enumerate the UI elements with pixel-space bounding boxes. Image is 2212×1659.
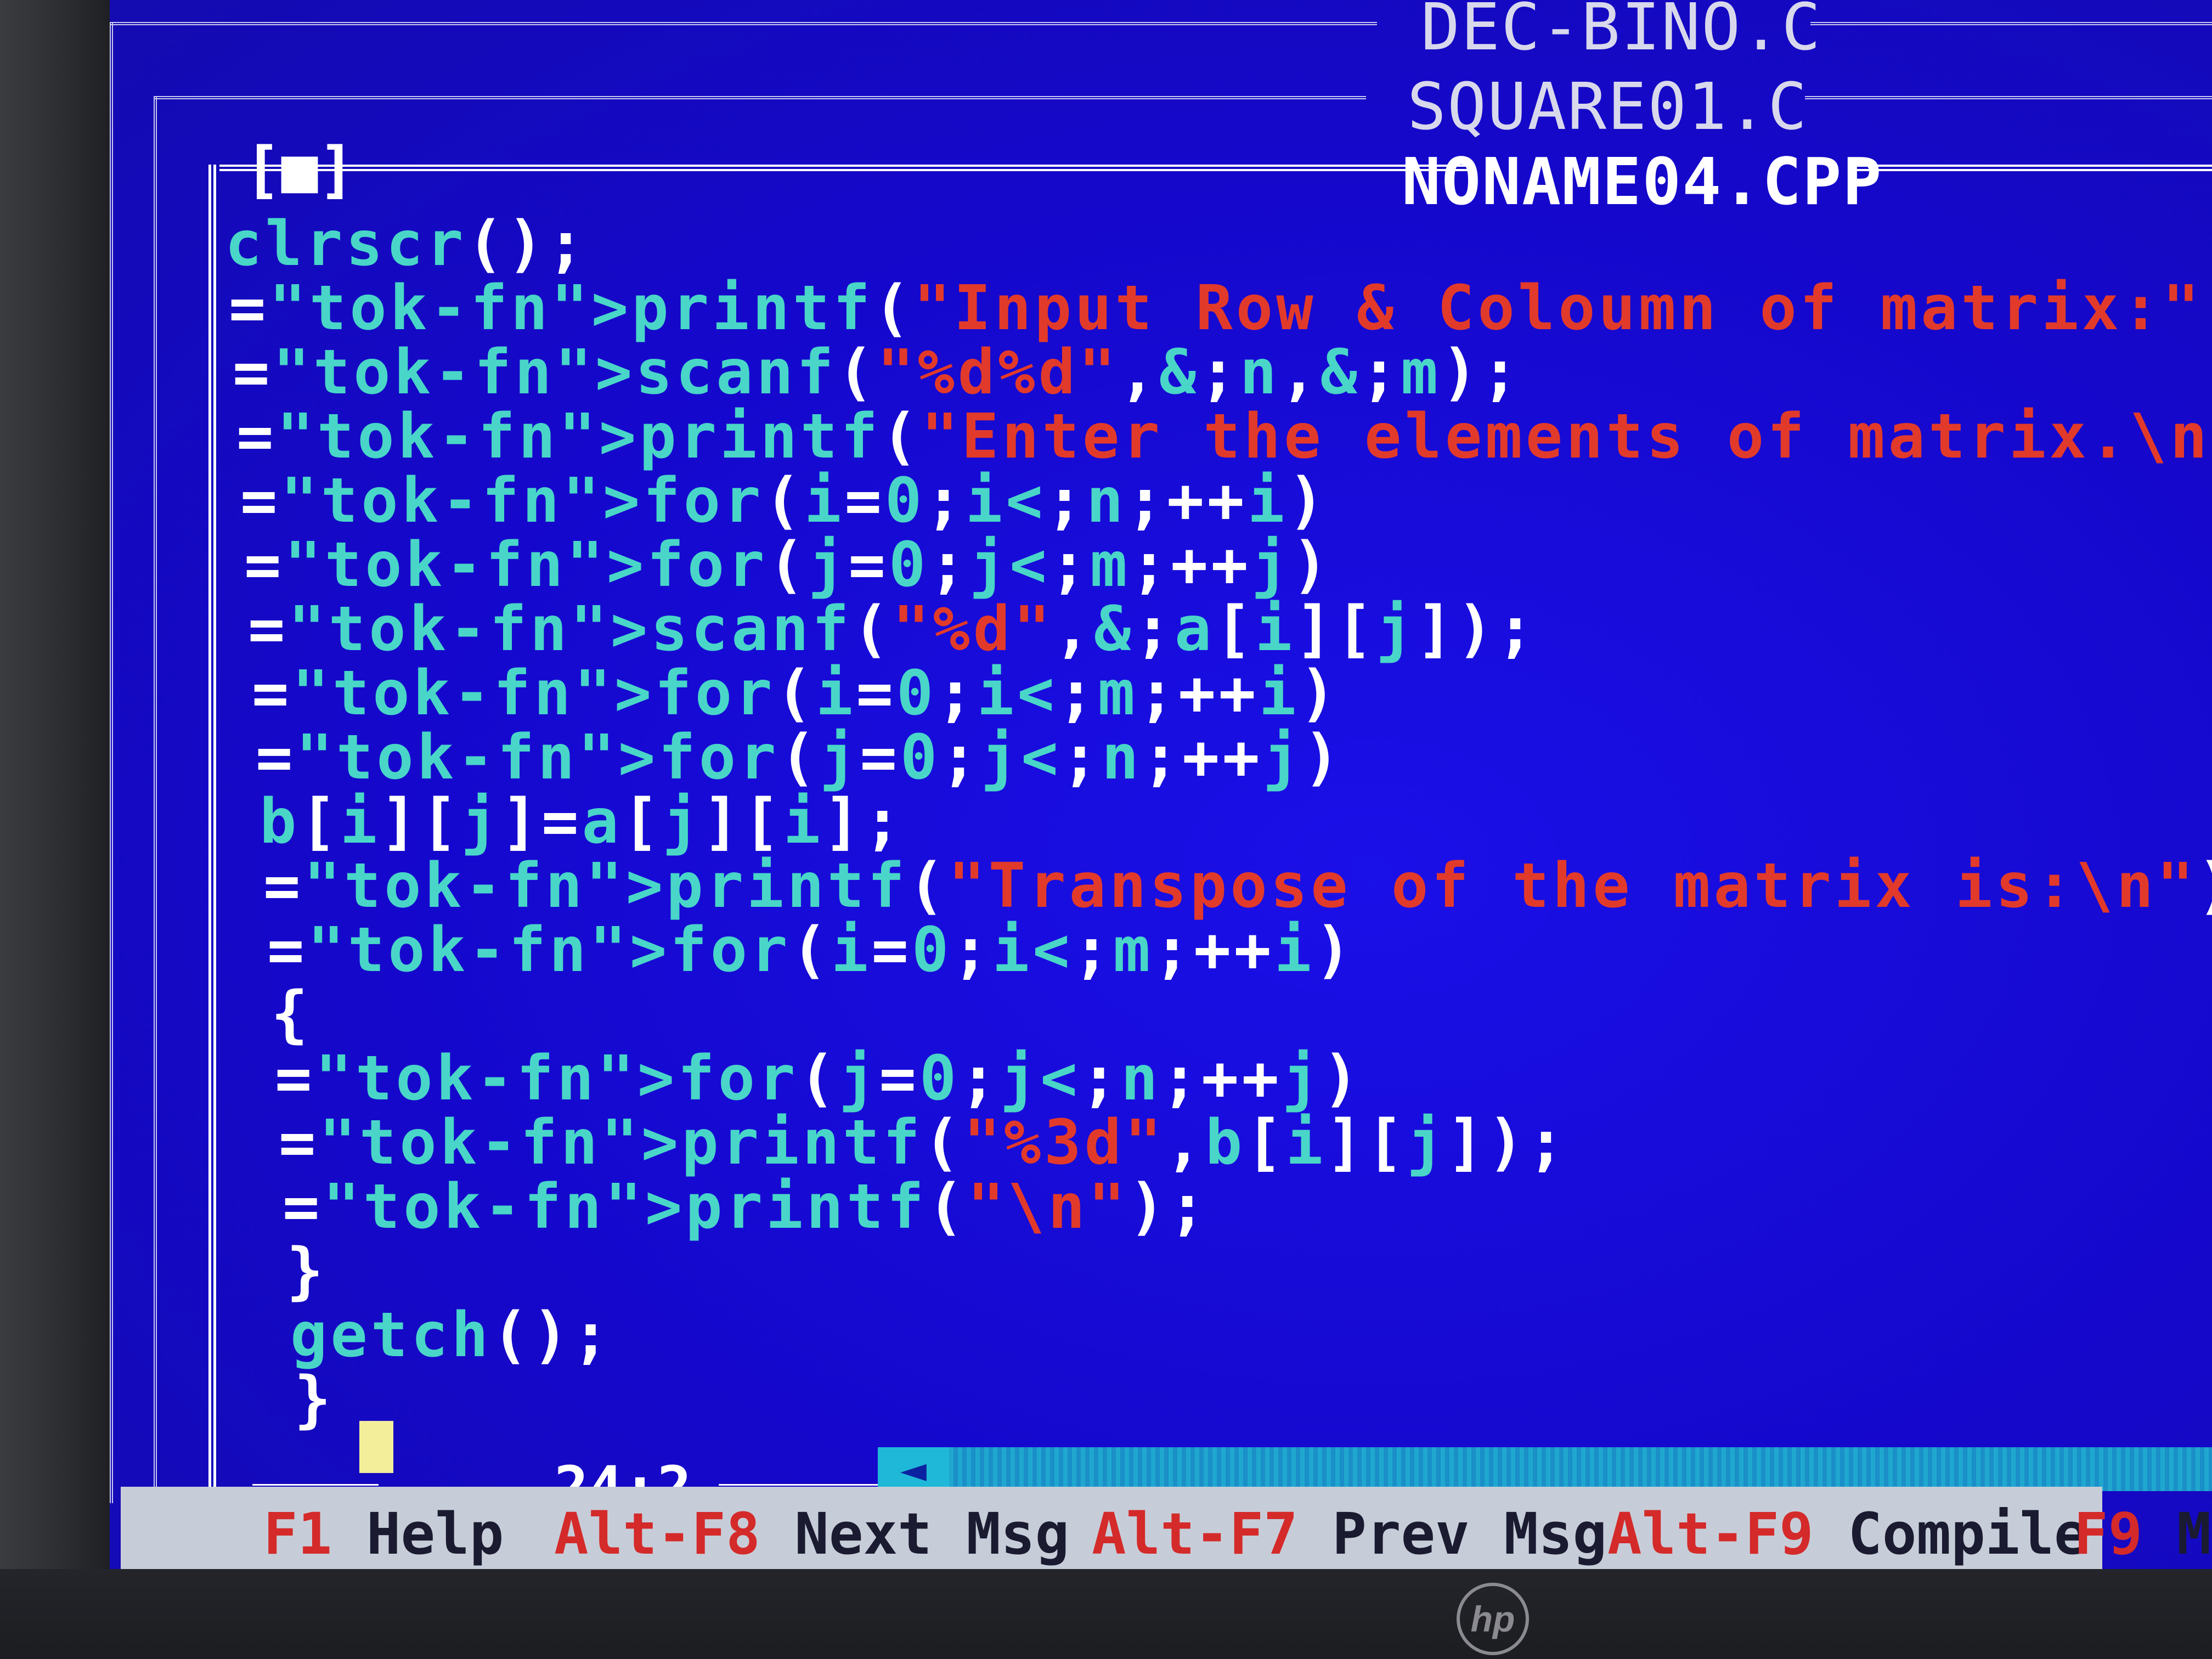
code-line[interactable]: } xyxy=(286,1235,326,1307)
code-line[interactable]: ="tok-fn">for(j=0;j<;n;++j) xyxy=(256,722,1344,793)
window-frame-left-3 xyxy=(208,165,216,1520)
code-line[interactable]: ="tok-fn">for(i=0;i<;m;++i) xyxy=(252,658,1340,729)
code-editor-area[interactable]: clrscr(); ="tok-fn">printf("Input Row & C… xyxy=(225,208,2212,1470)
hp-logo-icon: hp xyxy=(1457,1583,1529,1655)
window-title-dec-bino[interactable]: DEC-BINO.C xyxy=(1421,0,1821,65)
monitor-bezel-left xyxy=(0,0,115,1659)
code-line[interactable]: ="tok-fn">for(j=0;j<;m;++j) xyxy=(244,529,1332,601)
window-frame-dec-bino xyxy=(110,22,1377,25)
hotkey-label: Next Msg xyxy=(760,1500,1070,1567)
hotkey-key: Alt-F9 xyxy=(1607,1500,1814,1567)
window-frame-square01-right xyxy=(1805,96,2212,99)
monitor-bezel-bottom xyxy=(0,1569,2212,1659)
code-line[interactable]: ="tok-fn">for(i=0;i<;n;++i) xyxy=(240,465,1328,537)
code-line[interactable]: } xyxy=(294,1364,334,1435)
code-line[interactable]: b[i][j]=a[j][i]; xyxy=(259,786,904,857)
hotkey-label: Prev Msg xyxy=(1297,1500,1607,1567)
turbo-c-editor-screen: DEC-BINO.C SQUARE01.C NONAME04.CPP [■] c… xyxy=(110,0,2212,1580)
hotkey-key: Alt-F7 xyxy=(1092,1500,1298,1567)
code-line[interactable]: getch(); xyxy=(290,1300,612,1371)
window-title-square01[interactable]: SQUARE01.C xyxy=(1407,69,1808,144)
code-line[interactable]: ="tok-fn">for(i=0;i<;m;++i) xyxy=(267,915,1355,986)
code-line[interactable]: ="tok-fn">printf("%3d",b[i][j]); xyxy=(279,1107,1568,1178)
horizontal-scrollbar[interactable] xyxy=(949,1447,2212,1491)
text-cursor xyxy=(359,1421,393,1473)
code-line[interactable]: ="tok-fn">printf("\n"); xyxy=(283,1171,1209,1243)
scroll-left-arrow-icon[interactable]: ◄ xyxy=(878,1447,949,1491)
hotkey-f9[interactable]: F9 Ma xyxy=(2074,1500,2212,1567)
hotkey-key: F9 xyxy=(2074,1500,2143,1567)
code-line[interactable]: ="tok-fn">printf("Transpose of the matri… xyxy=(263,850,2212,922)
code-line[interactable]: ="tok-fn">printf("Input Row & Coloumn of… xyxy=(229,273,2212,344)
window-frame-noname04-right xyxy=(1854,165,2212,171)
hotkey-alt-f7[interactable]: Alt-F7 Prev Msg xyxy=(1092,1500,1607,1567)
hotkey-key: Alt-F8 xyxy=(554,1500,760,1567)
code-line[interactable]: ="tok-fn">printf("Enter the elements of … xyxy=(236,401,2212,472)
code-line[interactable]: ="tok-fn">scanf("%d",&;a[i][j]); xyxy=(248,594,1537,665)
window-frame-dec-bino-right xyxy=(1810,22,2212,25)
hotkey-f1[interactable]: F1 Help xyxy=(263,1500,504,1567)
code-line[interactable]: ="tok-fn">scanf("%d%d",&;n,&;m); xyxy=(233,337,1522,408)
hotkey-key: F1 xyxy=(263,1500,332,1567)
hotkey-label: Ma xyxy=(2176,1500,2212,1567)
window-frame-left-2 xyxy=(154,96,157,1522)
code-line[interactable]: clrscr(); xyxy=(225,208,588,280)
hotkey-alt-f9[interactable]: Alt-F9 Compile xyxy=(1607,1500,2089,1567)
hotkey-label: Help xyxy=(332,1500,504,1567)
window-frame-left-1 xyxy=(110,22,113,1503)
code-line[interactable]: { xyxy=(271,979,311,1050)
hotkey-label: Compile xyxy=(1813,1500,2089,1567)
code-line[interactable]: ="tok-fn">for(j=0;j<;n;++j) xyxy=(275,1043,1363,1114)
window-frame-noname04 xyxy=(219,165,1470,171)
window-close-box[interactable]: [■] xyxy=(244,134,355,206)
hotkey-alt-f8[interactable]: Alt-F8 Next Msg xyxy=(554,1500,1069,1567)
window-frame-square01 xyxy=(154,96,1366,99)
